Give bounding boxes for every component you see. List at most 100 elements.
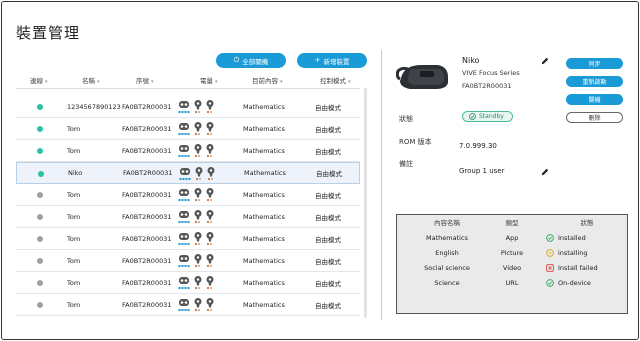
col-header-battery[interactable]: 電量 ▾ <box>200 75 218 85</box>
col-header-name[interactable]: 名稱 ▾ <box>82 75 100 85</box>
content-row: Science URL On-device <box>397 276 627 290</box>
content-cell: Mathematics <box>243 256 285 265</box>
device-table: 連線 ▾ 名稱 ▾ 序號 ▾ 電量 ▾ 目前內容 ▾ 控制模式 ▾ 123456789012… <box>16 71 360 316</box>
content-cell: Mathematics <box>243 212 285 221</box>
headset-battery-icon <box>178 211 190 223</box>
table-row[interactable]: Tom FA0BT2R00031 Mathematics 自由模式 <box>16 118 360 140</box>
add-device-button[interactable]: + 新增裝置 <box>297 53 367 68</box>
shutdown-button[interactable]: 關機 <box>566 94 623 105</box>
device-name-cell: Tom <box>67 234 81 243</box>
headset-battery-icon <box>178 277 190 289</box>
check-circle-icon <box>469 113 476 120</box>
battery-indicators <box>178 144 214 157</box>
table-row[interactable]: Tom FA0BT2R00031 Mathematics 自由模式 <box>16 250 360 272</box>
mode-cell: 自由模式 <box>315 257 341 266</box>
content-row: English Picture installing <box>397 246 627 260</box>
content-type-cell: App <box>505 234 519 242</box>
device-name-cell: Tom <box>67 212 81 221</box>
content-header-status: 狀態 <box>580 219 594 227</box>
mode-cell: 自由模式 <box>315 103 341 112</box>
table-row[interactable]: Tom FA0BT2R00031 Mathematics 自由模式 <box>16 294 360 316</box>
table-row[interactable]: Tom FA0BT2R00031 Mathematics 自由模式 <box>16 206 360 228</box>
content-name-cell: Science <box>434 279 460 287</box>
device-name-cell: Tom <box>67 146 81 155</box>
note-value: Group 1 user <box>459 167 505 175</box>
headset-battery-icon <box>178 101 190 113</box>
serial-cell: FA0BT2R00031 <box>122 146 172 155</box>
controller-right-battery-icon <box>207 167 215 180</box>
rom-value: 7.0.999.30 <box>459 142 497 150</box>
headset-battery-icon <box>178 145 190 157</box>
controller-left-battery-icon <box>195 167 203 180</box>
status-label: 狀態 <box>399 115 413 123</box>
controller-right-battery-icon <box>206 210 214 223</box>
restart-button[interactable]: 重新啟動 <box>566 76 623 87</box>
controller-left-battery-icon <box>194 188 202 201</box>
content-name-cell: Mathematics <box>426 234 468 242</box>
shutdown-all-button[interactable]: ⏻ 全部關機 <box>216 53 286 68</box>
table-row[interactable]: Tom FA0BT2R00031 Mathematics 自由模式 <box>16 140 360 162</box>
serial-cell: FA0BT2R00031 <box>122 124 172 133</box>
content-cell: Mathematics <box>243 234 285 243</box>
device-table-body: 1234567890123 FA0BT2R00031 Mathematics 自… <box>16 96 360 316</box>
content-cell: Mathematics <box>243 146 285 155</box>
headset-battery-icon <box>178 255 190 267</box>
power-icon: ⏻ <box>233 56 240 64</box>
col-header-content[interactable]: 目前內容 ▾ <box>252 75 283 85</box>
add-device-label: 新增裝置 <box>323 57 350 66</box>
mode-cell: 自由模式 <box>315 147 341 156</box>
table-scrollbar[interactable] <box>364 88 367 318</box>
serial-cell: FA0BT2R00031 <box>122 300 172 309</box>
edit-note-icon[interactable] <box>541 168 549 176</box>
check-icon <box>546 234 554 242</box>
controller-left-battery-icon <box>194 232 202 245</box>
controller-right-battery-icon <box>206 276 214 289</box>
battery-indicators <box>178 188 214 201</box>
device-name-cell: Tom <box>67 300 81 309</box>
mode-cell: 自由模式 <box>315 279 341 288</box>
content-header-name: 內容名稱 <box>434 219 460 227</box>
note-label: 備註 <box>399 160 413 168</box>
controller-right-battery-icon <box>206 100 214 113</box>
headset-battery-icon <box>178 299 190 311</box>
controller-left-battery-icon <box>194 298 202 311</box>
table-row[interactable]: Tom FA0BT2R00031 Mathematics 自由模式 <box>16 272 360 294</box>
controller-left-battery-icon <box>194 100 202 113</box>
connection-status-dot <box>37 126 43 132</box>
sync-button[interactable]: 同步 <box>566 58 623 69</box>
connection-status-dot <box>37 104 43 110</box>
device-name-cell: Tom <box>67 278 81 287</box>
connection-status-dot <box>38 171 44 177</box>
content-status-cell: On-device <box>558 279 591 287</box>
table-row[interactable]: Tom FA0BT2R00031 Mathematics 自由模式 <box>16 184 360 206</box>
col-header-status[interactable]: 連線 ▾ <box>30 75 48 85</box>
battery-indicators <box>178 122 214 135</box>
controller-left-battery-icon <box>194 210 202 223</box>
col-header-mode[interactable]: 控制模式 ▾ <box>320 75 351 85</box>
content-table: 內容名稱 類型 狀態 Mathematics App Installed Eng… <box>396 214 628 314</box>
delete-button[interactable]: 刪除 <box>566 112 623 123</box>
plus-icon: + <box>314 56 321 64</box>
content-status-cell: Installed <box>558 234 586 242</box>
device-name-cell: 1234567890123 <box>67 102 121 111</box>
table-row[interactable]: Tom FA0BT2R00031 Mathematics 自由模式 <box>16 228 360 250</box>
content-type-cell: Video <box>502 264 522 272</box>
table-row[interactable]: Niko FA0BT2R00031 Mathematics 自由模式 <box>16 162 360 184</box>
controller-right-battery-icon <box>206 188 214 201</box>
connection-status-dot <box>37 258 43 264</box>
headset-battery-icon <box>178 189 190 201</box>
controller-right-battery-icon <box>206 122 214 135</box>
col-header-serial[interactable]: 序號 ▾ <box>136 75 154 85</box>
device-name-cell: Niko <box>68 169 83 177</box>
device-name-cell: Tom <box>67 256 81 265</box>
connection-status-dot <box>37 148 43 154</box>
edit-name-icon[interactable] <box>541 57 549 65</box>
headset-battery-icon <box>178 123 190 135</box>
mode-cell: 自由模式 <box>316 170 342 178</box>
content-cell: Mathematics <box>243 278 285 287</box>
connection-status-dot <box>37 192 43 198</box>
table-row[interactable]: 1234567890123 FA0BT2R00031 Mathematics 自… <box>16 96 360 118</box>
app-window: 裝置管理 ⏻ 全部關機 + 新增裝置 連線 ▾ 名稱 ▾ 序號 ▾ 電量 ▾ 目前內容 ▾… <box>1 1 639 340</box>
serial-cell: FA0BT2R00031 <box>122 212 172 221</box>
content-status-cell: Install failed <box>558 264 598 272</box>
